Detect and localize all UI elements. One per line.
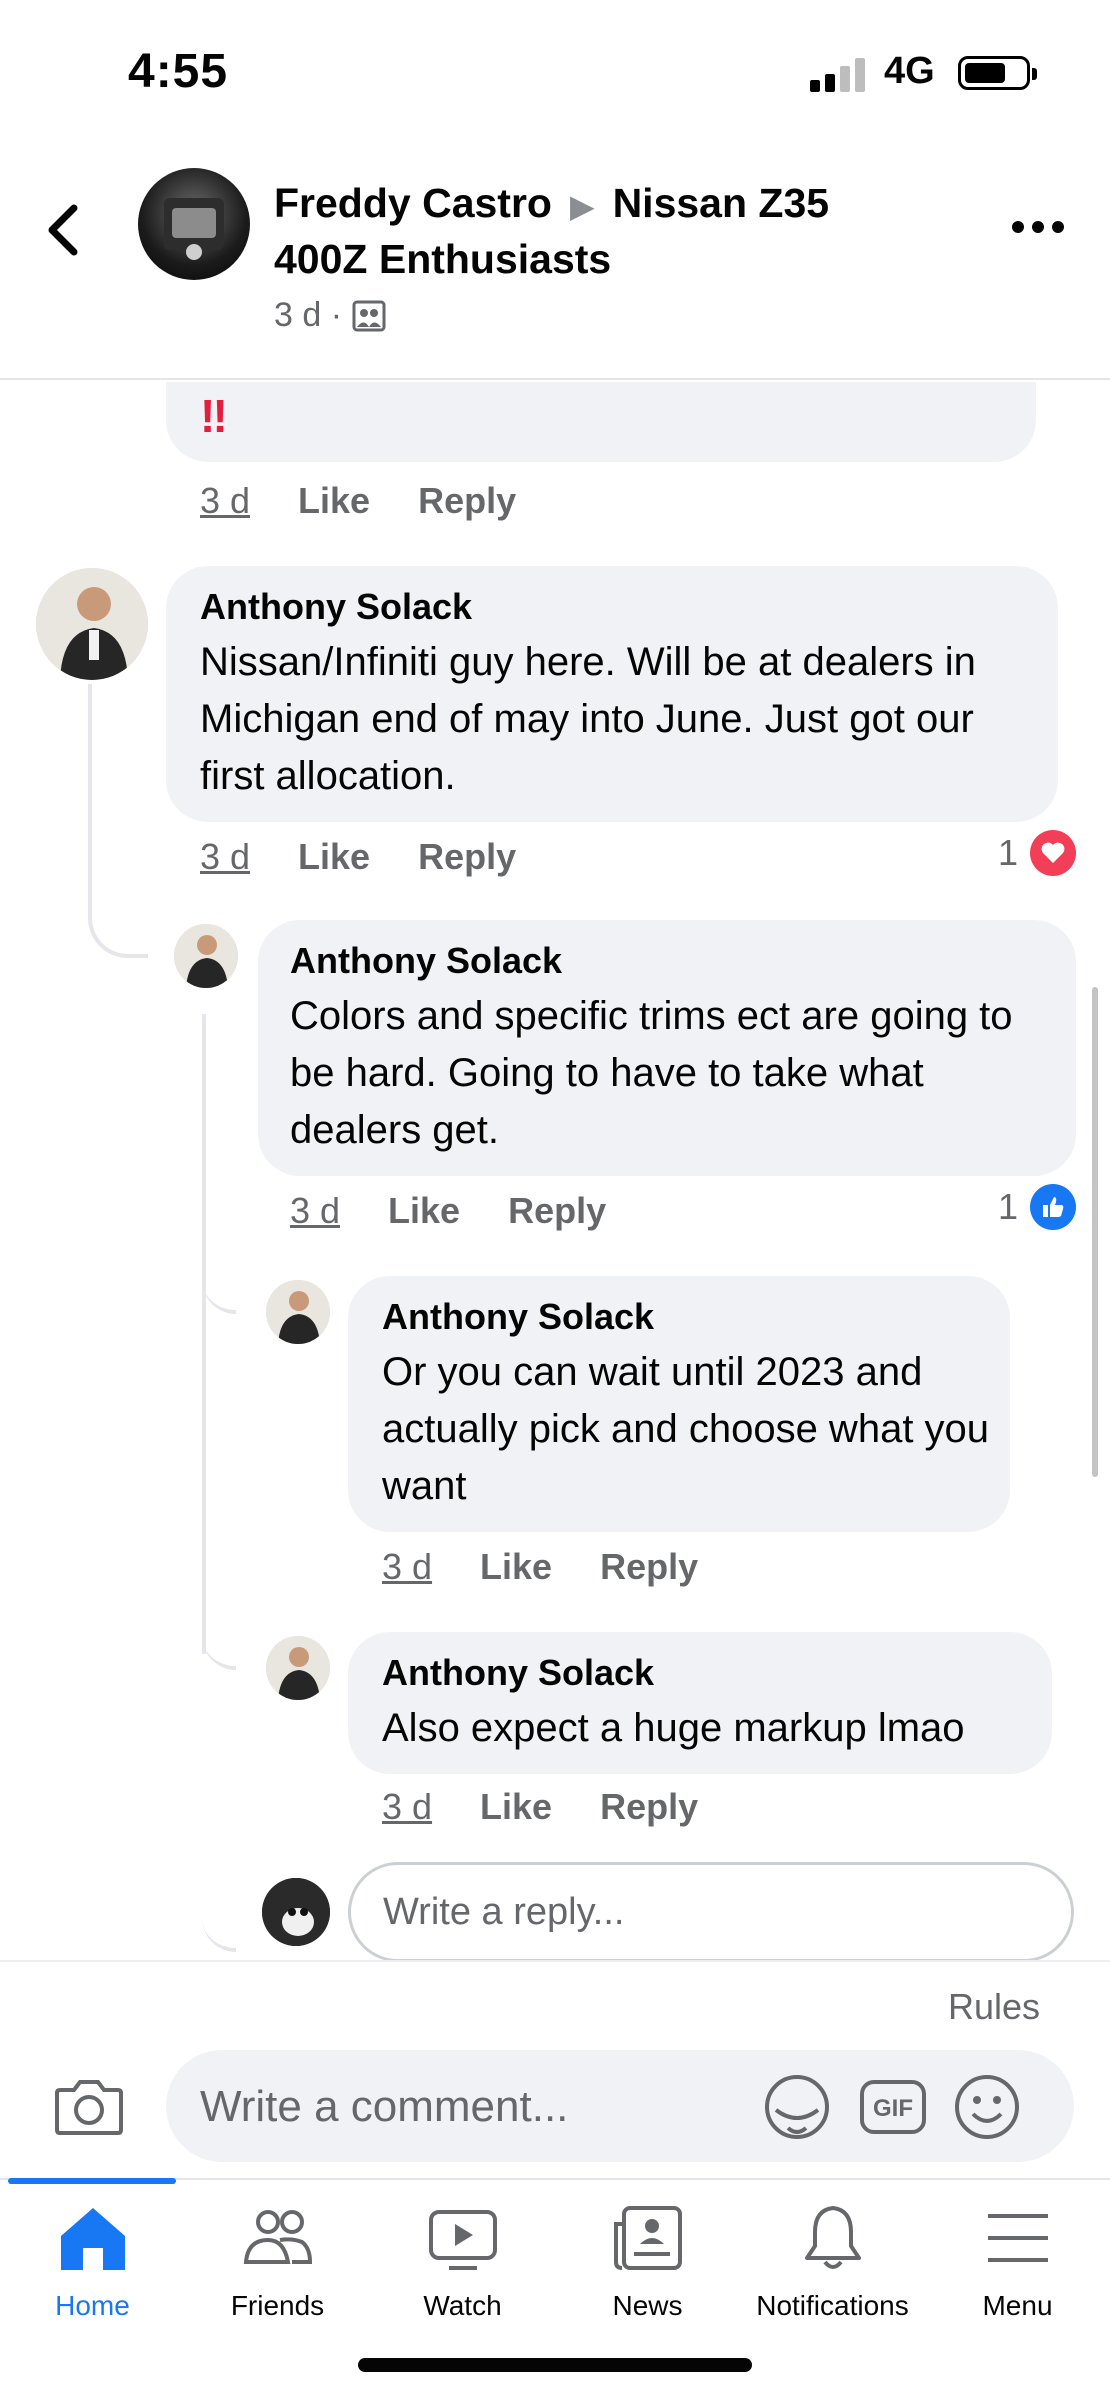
tab-label: Friends <box>230 2290 325 2321</box>
emoji-icon[interactable] <box>952 2072 1022 2142</box>
arrow-right-icon: ▶ <box>569 188 595 224</box>
like-button[interactable]: Like <box>480 1786 552 1828</box>
comment-time[interactable]: 3 d <box>200 480 250 522</box>
commenter-avatar[interactable] <box>36 568 148 680</box>
post-time[interactable]: 3 d · <box>274 296 342 335</box>
commenter-name[interactable]: Anthony Solack <box>200 586 472 628</box>
reaction-count: 1 <box>998 1186 1019 1227</box>
like-button[interactable]: Like <box>298 836 370 878</box>
tab-news[interactable]: News <box>555 2200 740 2322</box>
menu-icon <box>987 2214 1048 2262</box>
commenter-name[interactable]: Anthony Solack <box>382 1652 654 1694</box>
back-button[interactable] <box>40 200 90 260</box>
love-reaction-icon <box>1030 830 1077 876</box>
reply-input[interactable]: Write a reply... <box>348 1862 1074 1960</box>
comment-placeholder: Write a comment... <box>200 2082 569 2131</box>
group-name-line2[interactable]: 400Z Enthusiasts <box>274 236 611 283</box>
comment-text: Also expect a huge markup lmao <box>382 1706 965 1750</box>
comment-input[interactable]: Write a comment... GIF <box>166 2050 1074 2162</box>
reply-button[interactable]: Reply <box>418 480 516 522</box>
tab-home[interactable]: Home <box>0 2200 185 2322</box>
clock: 4:55 <box>128 45 229 98</box>
comment-time[interactable]: 3 d <box>382 1546 432 1588</box>
post-title: Freddy Castro ▶ Nissan Z35 <box>274 180 829 227</box>
commenter-avatar[interactable] <box>266 1280 330 1344</box>
tab-label: Menu <box>982 2290 1053 2321</box>
tab-watch[interactable]: Watch <box>370 2200 555 2322</box>
tab-label: News <box>612 2290 683 2321</box>
commenter-name[interactable]: Anthony Solack <box>382 1296 654 1338</box>
comment-time[interactable]: 3 d <box>200 836 250 878</box>
active-tab-indicator <box>8 2178 176 2184</box>
chevron-left-icon <box>48 204 78 256</box>
battery-icon <box>958 56 1037 90</box>
comment-text: Or you can wait until 2023 and actually … <box>382 1350 990 1508</box>
comment-text: Colors and specific trims ect are going … <box>290 994 1013 1152</box>
user-avatar <box>262 1878 330 1946</box>
author-name[interactable]: Freddy Castro <box>274 180 552 226</box>
like-button[interactable]: Like <box>480 1546 552 1588</box>
like-reaction-icon <box>1030 1184 1077 1230</box>
reaction-count: 1 <box>998 832 1019 873</box>
status-bar: 4:55 4G <box>0 0 1110 150</box>
tab-notifications[interactable]: Notifications <box>740 2200 925 2322</box>
comment-time[interactable]: 3 d <box>382 1786 432 1828</box>
reply-button[interactable]: Reply <box>600 1786 698 1828</box>
comments-list: ‼ 3 d Like Reply Anthony Solack Nissan/I… <box>0 382 1110 1960</box>
gif-icon[interactable]: GIF <box>858 2072 928 2142</box>
tab-label: Notifications <box>756 2290 909 2321</box>
network-type: 4G <box>884 50 935 92</box>
like-button[interactable]: Like <box>388 1190 460 1232</box>
comment-emoji: ‼ <box>200 390 228 442</box>
post-meta: 3 d · <box>274 296 386 335</box>
like-button[interactable]: Like <box>298 480 370 522</box>
home-icon <box>60 2208 125 2270</box>
group-name-line1[interactable]: Nissan Z35 <box>613 180 830 226</box>
reaction-summary[interactable]: 1 <box>998 830 1077 876</box>
avatar-sticker-icon[interactable] <box>762 2072 832 2142</box>
comment-actions: 3 d Like Reply <box>200 836 516 878</box>
comment-actions: 3 d Like Reply <box>290 1190 606 1232</box>
reaction-summary[interactable]: 1 <box>998 1184 1077 1230</box>
svg-text:GIF: GIF <box>873 2095 913 2122</box>
comment-text: Nissan/Infiniti guy here. Will be at dea… <box>200 640 976 798</box>
group-avatar[interactable] <box>138 168 250 280</box>
reply-button[interactable]: Reply <box>418 836 516 878</box>
thread-line <box>202 1912 236 1952</box>
home-indicator[interactable] <box>358 2358 752 2372</box>
watch-icon <box>428 2210 497 2270</box>
comment-actions: 3 d Like Reply <box>382 1786 698 1828</box>
more-options-button[interactable] <box>1012 212 1072 242</box>
rules-link[interactable]: Rules <box>948 1986 1040 2028</box>
friends-icon <box>243 2210 312 2264</box>
thread-line <box>202 1630 236 1670</box>
tab-label: Home <box>55 2290 130 2321</box>
comment-composer: Rules Write a comment... GIF <box>0 1960 1110 2180</box>
commenter-avatar[interactable] <box>174 924 238 988</box>
thread-line <box>202 1274 236 1314</box>
news-icon <box>613 2206 682 2270</box>
thread-line <box>88 684 148 958</box>
camera-button[interactable] <box>54 2076 124 2136</box>
camera-icon <box>55 2080 123 2135</box>
signal-icon <box>810 58 866 92</box>
reply-button[interactable]: Reply <box>508 1190 606 1232</box>
group-members-icon <box>352 300 386 331</box>
post-header: Freddy Castro ▶ Nissan Z35 400Z Enthusiast… <box>0 150 1110 380</box>
comment-time[interactable]: 3 d <box>290 1190 340 1232</box>
tab-label: Watch <box>423 2290 502 2321</box>
tab-menu[interactable]: Menu <box>925 2200 1110 2322</box>
commenter-avatar[interactable] <box>266 1636 330 1700</box>
comment-actions: 3 d Like Reply <box>382 1546 698 1588</box>
thread-line <box>202 1014 206 1654</box>
scrollbar[interactable] <box>1092 987 1098 1477</box>
bell-icon <box>804 2206 861 2269</box>
commenter-name[interactable]: Anthony Solack <box>290 940 562 982</box>
tab-friends[interactable]: Friends <box>185 2200 370 2322</box>
comment-bubble <box>166 382 1036 462</box>
comment-actions: 3 d Like Reply <box>200 480 516 522</box>
reply-button[interactable]: Reply <box>600 1546 698 1588</box>
